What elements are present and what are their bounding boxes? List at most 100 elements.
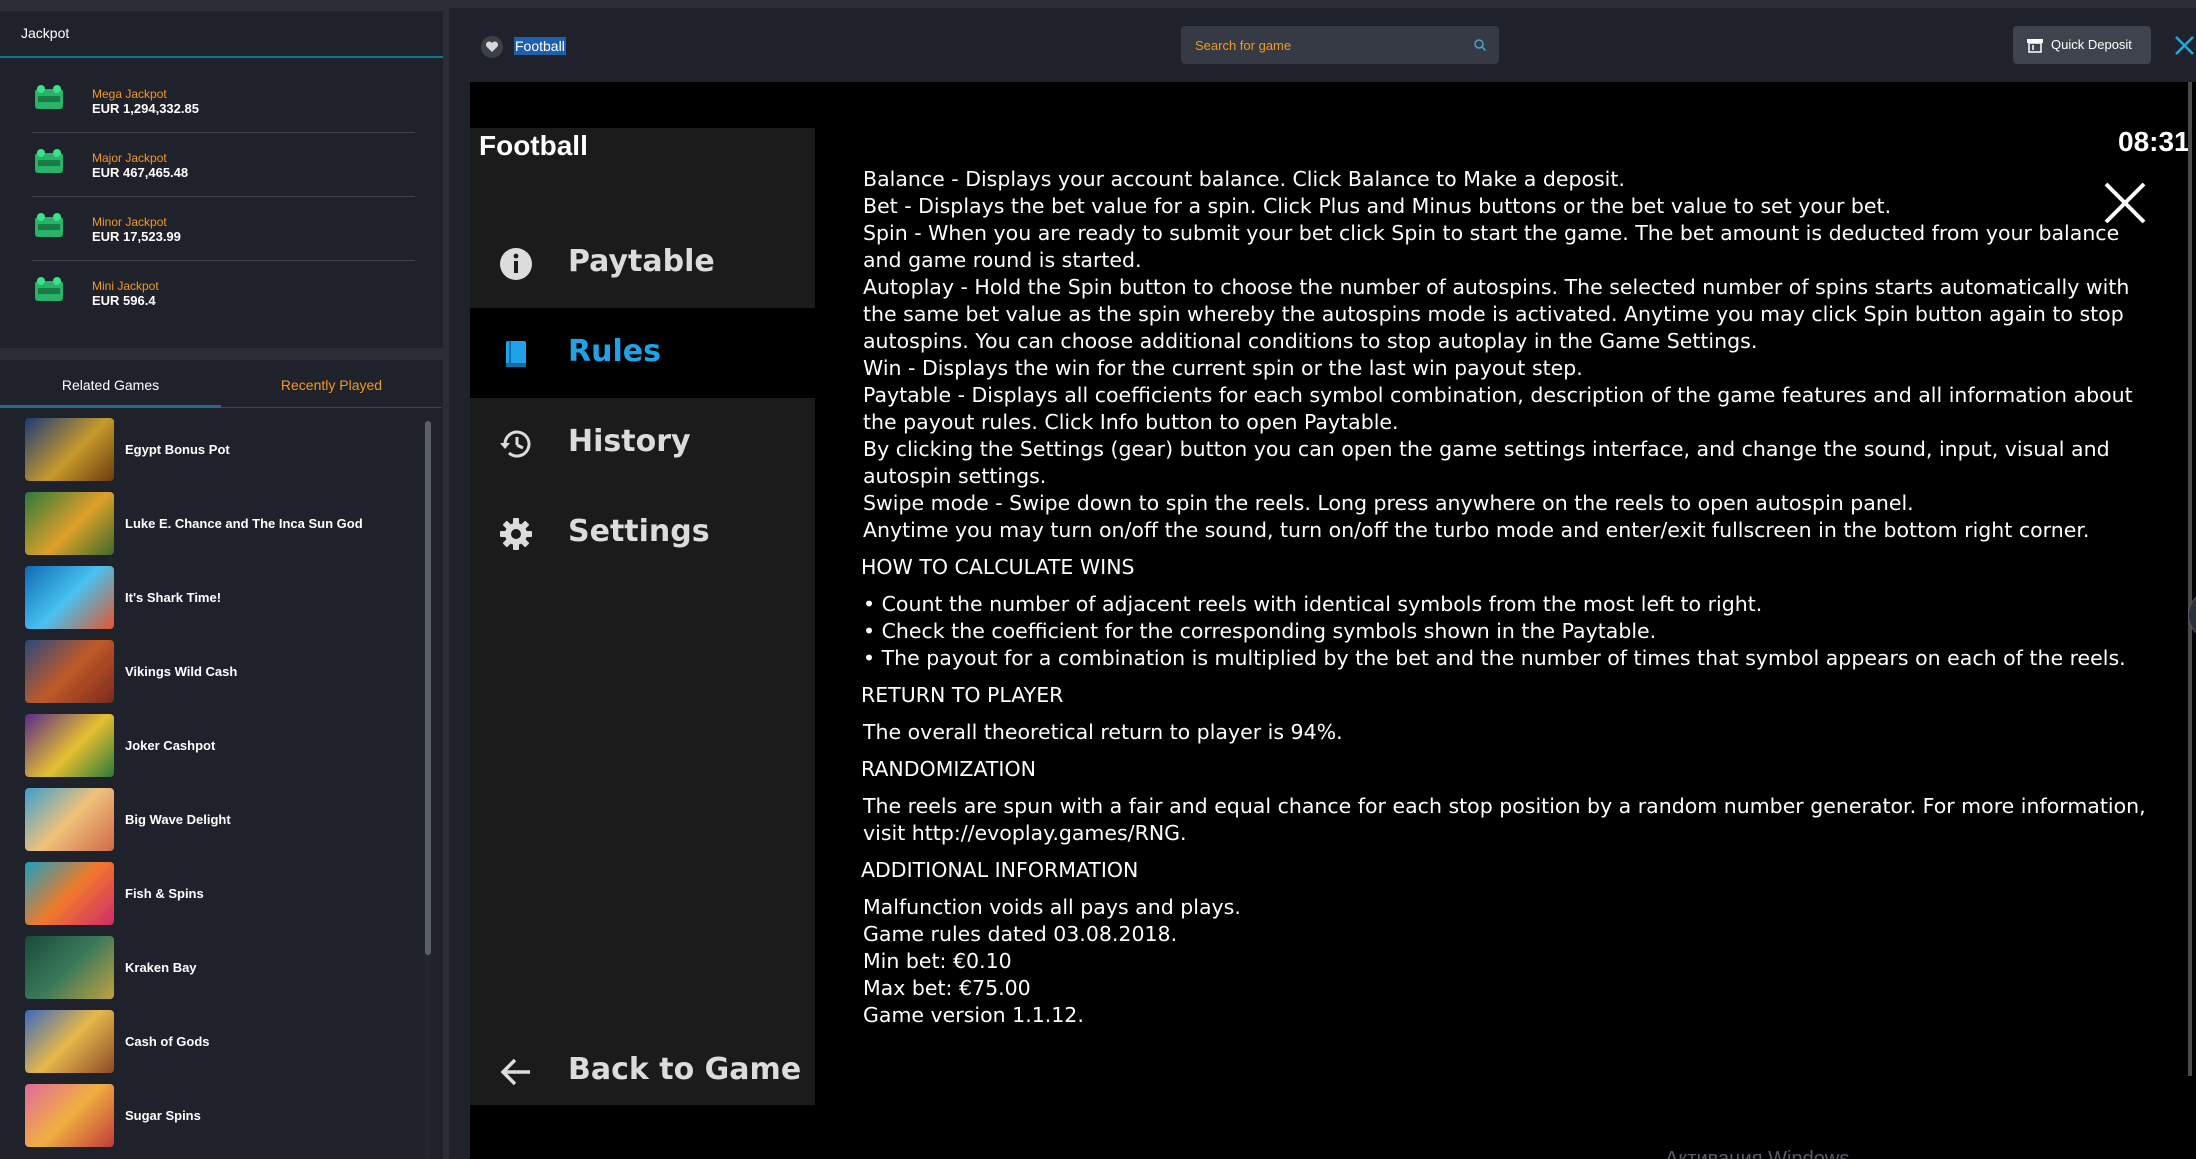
jackpot-badge-icon	[35, 85, 63, 109]
rules-line: By clicking the Settings (gear) button y…	[863, 437, 2110, 488]
rules-menu: Football Paytable Rules History Settings	[470, 128, 815, 1105]
jackpot-name: Major Jackpot	[92, 151, 167, 165]
top-bar: Football Quick Deposit	[449, 8, 2196, 88]
content-scrollbar[interactable]	[2188, 82, 2192, 1076]
book-icon	[506, 341, 526, 367]
heart-icon[interactable]	[481, 36, 503, 58]
left-sidebar: Jackpot Mega Jackpot EUR 1,294,332.85 Ma…	[0, 8, 444, 1159]
menu-label: History	[568, 424, 691, 459]
rules-line: Min bet: €0.10	[863, 949, 1012, 973]
jackpot-row-mega: Mega Jackpot EUR 1,294,332.85	[32, 69, 415, 133]
info-icon	[500, 248, 532, 280]
menu-item-rules[interactable]: Rules	[470, 308, 815, 398]
jackpot-value: EUR 596.4	[92, 293, 156, 308]
rules-line: Spin - When you are ready to submit your…	[863, 221, 2120, 272]
rules-line: • The payout for a combination is multip…	[863, 646, 2126, 670]
game-item[interactable]: Joker Cashpot	[25, 714, 415, 778]
game-thumbnail	[25, 714, 114, 777]
game-item[interactable]: Vikings Wild Cash	[25, 640, 415, 704]
game-thumbnail	[25, 936, 114, 999]
games-panel: Related Games Recently Played Egypt Bonu…	[0, 360, 443, 1159]
jackpot-value: EUR 1,294,332.85	[92, 101, 199, 116]
search-input[interactable]	[1181, 26, 1461, 64]
menu-item-settings[interactable]: Settings	[470, 488, 815, 578]
quick-deposit-button[interactable]: Quick Deposit	[2013, 26, 2151, 64]
jackpot-row-minor: Minor Jackpot EUR 17,523.99	[32, 197, 415, 261]
menu-label: Paytable	[568, 244, 715, 279]
game-name: It's Shark Time!	[125, 590, 222, 605]
game-thumbnail	[25, 1010, 114, 1073]
rules-game-title: Football	[479, 130, 588, 161]
game-item[interactable]: Kraken Bay	[25, 936, 415, 1000]
rules-line: Malfunction voids all pays and plays.	[863, 895, 1241, 919]
jackpot-badge-icon	[35, 213, 63, 237]
close-icon[interactable]	[2173, 34, 2196, 57]
quick-deposit-label: Quick Deposit	[2051, 37, 2132, 52]
games-tabs: Related Games Recently Played	[0, 360, 443, 408]
game-item[interactable]: Sugar Spins	[25, 1084, 415, 1148]
tab-recently-played[interactable]: Recently Played	[221, 360, 442, 408]
history-icon	[500, 430, 531, 458]
game-thumbnail	[25, 640, 114, 703]
rules-line: Anytime you may turn on/off the sound, t…	[863, 518, 2090, 542]
rules-line: • Count the number of adjacent reels wit…	[863, 592, 1763, 616]
menu-item-paytable[interactable]: Paytable	[470, 218, 815, 308]
menu-label: Rules	[568, 334, 661, 369]
rules-line: Game version 1.1.12.	[863, 1003, 1084, 1027]
game-item[interactable]: Fish & Spins	[25, 862, 415, 926]
arrow-left-icon	[500, 1058, 530, 1086]
main-area: Football Quick Deposit Football Paytable	[449, 8, 2196, 1159]
game-thumbnail	[25, 492, 114, 555]
game-name: Egypt Bonus Pot	[125, 442, 230, 457]
back-to-game-button[interactable]: Back to Game	[470, 1042, 815, 1104]
jackpot-badge-icon	[35, 149, 63, 173]
section-heading: ADDITIONAL INFORMATION	[861, 858, 1139, 882]
jackpot-row-mini: Mini Jackpot EUR 596.4	[32, 261, 415, 325]
back-to-game-label: Back to Game	[568, 1052, 802, 1087]
jackpot-value: EUR 17,523.99	[92, 229, 181, 244]
game-item[interactable]: Egypt Bonus Pot	[25, 418, 415, 482]
rules-line: Bet - Displays the bet value for a spin.…	[863, 194, 1892, 218]
tab-related-games[interactable]: Related Games	[0, 360, 221, 408]
jackpot-row-major: Major Jackpot EUR 467,465.48	[32, 133, 415, 197]
game-thumbnail	[25, 862, 114, 925]
game-item[interactable]: Big Wave Delight	[25, 788, 415, 852]
jackpot-header: Jackpot	[0, 11, 443, 58]
game-item[interactable]: Cash of Gods	[25, 1010, 415, 1074]
search-icon[interactable]	[1473, 38, 1487, 52]
game-thumbnail	[25, 1084, 114, 1147]
game-thumbnail	[25, 788, 114, 851]
menu-label: Settings	[568, 514, 710, 549]
windows-activation-watermark: Активация Windows	[1665, 1148, 1850, 1159]
search-box[interactable]	[1181, 26, 1499, 64]
game-name: Joker Cashpot	[125, 738, 216, 753]
game-item[interactable]: It's Shark Time!	[25, 566, 415, 630]
game-name: Luke E. Chance and The Inca Sun God	[125, 516, 363, 531]
jackpot-panel: Jackpot Mega Jackpot EUR 1,294,332.85 Ma…	[0, 11, 443, 348]
rules-line: Game rules dated 03.08.2018.	[863, 922, 1178, 946]
game-name: Big Wave Delight	[125, 812, 231, 827]
game-item[interactable]: Luke E. Chance and The Inca Sun God	[25, 492, 415, 556]
rules-line: Paytable - Displays all coefficients for…	[863, 383, 2133, 434]
rules-line: Swipe mode - Swipe down to spin the reel…	[863, 491, 1914, 515]
rules-line: • Check the coefficient for the correspo…	[863, 619, 1657, 643]
rules-line: The overall theoretical return to player…	[863, 720, 1343, 744]
section-heading: RETURN TO PLAYER	[861, 683, 1064, 707]
game-frame: Football Paytable Rules History Settings	[470, 82, 2196, 1159]
wallet-icon	[2027, 39, 2043, 53]
rules-content: Balance - Displays your account balance.…	[861, 166, 2153, 1029]
jackpot-name: Mini Jackpot	[92, 279, 159, 293]
game-name: Vikings Wild Cash	[125, 664, 238, 679]
game-name: Sugar Spins	[125, 1108, 201, 1123]
rules-line: Max bet: €75.00	[863, 976, 1031, 1000]
menu-item-history[interactable]: History	[470, 398, 815, 488]
rules-line: The reels are spun with a fair and equal…	[863, 794, 2146, 845]
game-list-scroll-thumb[interactable]	[425, 421, 431, 955]
rules-line: Balance - Displays your account balance.…	[863, 167, 1625, 191]
game-title: Football	[514, 37, 566, 55]
gear-icon	[500, 518, 532, 550]
game-name: Cash of Gods	[125, 1034, 210, 1049]
game-name: Fish & Spins	[125, 886, 204, 901]
section-heading: HOW TO CALCULATE WINS	[861, 555, 1135, 579]
clock: 08:31	[2118, 126, 2190, 157]
